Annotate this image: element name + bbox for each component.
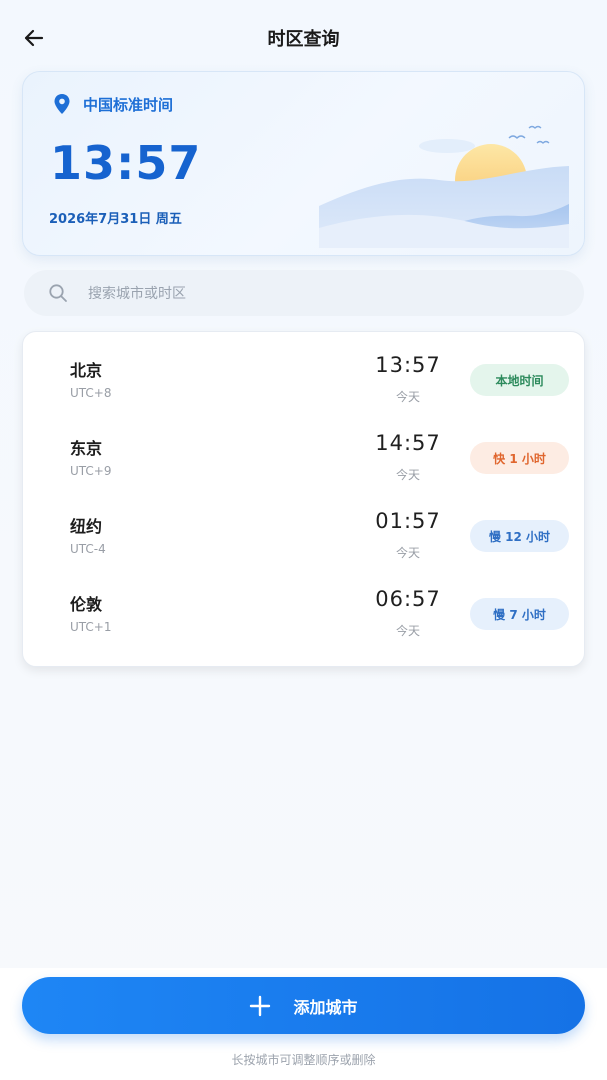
location-row: 中国标准时间 <box>53 92 173 116</box>
city-time: 01:57 <box>375 509 441 533</box>
local-time-card: 中国标准时间 13:57 2026年7月31日 周五 <box>22 71 585 256</box>
city-row-new-york[interactable]: 纽约 UTC-4 01:57 今天 慢 12 小时 <box>23 488 586 566</box>
city-utc-offset: UTC-4 <box>70 542 106 556</box>
city-row-london[interactable]: 伦敦 UTC+1 06:57 今天 慢 7 小时 <box>23 566 586 644</box>
location-label: 中国标准时间 <box>83 95 174 114</box>
city-time: 14:57 <box>375 431 441 455</box>
city-name: 东京 <box>70 439 103 458</box>
city-list: 北京 UTC+8 13:57 今天 本地时间 东京 UTC+9 14:57 今天… <box>22 331 585 667</box>
city-day: 今天 <box>395 468 420 482</box>
time-diff-badge: 慢 7 小时 <box>470 598 569 630</box>
map-pin-icon <box>54 94 70 114</box>
page-title: 时区查询 <box>267 29 340 50</box>
search-input[interactable]: 搜索城市或时区 <box>88 283 186 303</box>
search-bar[interactable]: 搜索城市或时区 <box>24 270 584 316</box>
app-header: 时区查询 <box>0 0 607 76</box>
city-day: 今天 <box>395 390 420 404</box>
city-utc-offset: UTC+9 <box>70 464 112 478</box>
city-utc-offset: UTC+1 <box>70 620 112 634</box>
city-row-tokyo[interactable]: 东京 UTC+9 14:57 今天 快 1 小时 <box>23 410 586 488</box>
search-icon <box>49 284 67 302</box>
time-diff-badge: 慢 12 小时 <box>470 520 569 552</box>
city-day: 今天 <box>395 624 420 638</box>
reorder-hint: 长按城市可调整顺序或删除 <box>231 1053 376 1067</box>
sun-mountains-illustration <box>319 125 569 248</box>
time-diff-badge: 本地时间 <box>470 364 569 396</box>
add-city-button[interactable]: 添加城市 <box>22 977 585 1034</box>
local-date: 2026年7月31日 周五 <box>49 212 182 227</box>
city-day: 今天 <box>395 546 420 560</box>
local-time: 13:57 <box>50 136 202 190</box>
plus-icon <box>250 995 271 1016</box>
add-city-label: 添加城市 <box>293 997 358 1017</box>
city-utc-offset: UTC+8 <box>70 386 112 400</box>
time-diff-badge: 快 1 小时 <box>470 442 569 474</box>
city-time: 06:57 <box>375 587 441 611</box>
city-name: 纽约 <box>70 517 103 536</box>
city-name: 伦敦 <box>70 595 103 614</box>
city-time: 13:57 <box>375 353 441 377</box>
city-name: 北京 <box>70 361 103 380</box>
city-row-beijing[interactable]: 北京 UTC+8 13:57 今天 本地时间 <box>23 332 586 410</box>
